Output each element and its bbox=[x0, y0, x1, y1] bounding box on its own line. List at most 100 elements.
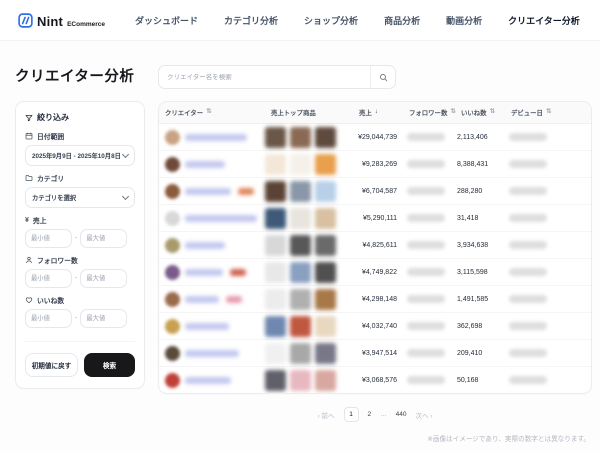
table-row: ¥29,044,7392,113,406 bbox=[159, 124, 591, 151]
nav-item-dashboard[interactable]: ダッシュボード bbox=[135, 14, 198, 27]
sales-max-input[interactable] bbox=[80, 229, 127, 248]
followers-cell bbox=[403, 322, 455, 330]
product-thumbnail[interactable] bbox=[315, 154, 336, 175]
nav-item-category-analysis[interactable]: カテゴリ分析 bbox=[224, 14, 278, 27]
followers-cell bbox=[403, 133, 455, 141]
creator-cell[interactable] bbox=[159, 265, 265, 280]
sales-label-row: ¥ 売上 bbox=[25, 215, 135, 225]
pagination-page-440[interactable]: 440 bbox=[396, 411, 407, 418]
filter-search-button[interactable]: 検索 bbox=[84, 353, 135, 377]
product-thumbnail[interactable] bbox=[290, 289, 311, 310]
product-thumbnail[interactable] bbox=[290, 181, 311, 202]
top-products-cell bbox=[265, 289, 353, 310]
top-products-cell bbox=[265, 235, 353, 256]
product-thumbnail[interactable] bbox=[290, 370, 311, 391]
pagination-prev[interactable]: ‹ 前へ bbox=[318, 410, 335, 420]
table-row: ¥5,290,11131,418 bbox=[159, 205, 591, 232]
creator-cell[interactable] bbox=[159, 373, 265, 388]
sales-value: ¥6,704,587 bbox=[353, 188, 403, 195]
range-dash: - bbox=[75, 275, 77, 282]
sales-value: ¥4,298,148 bbox=[353, 296, 403, 303]
creator-cell[interactable] bbox=[159, 157, 265, 172]
product-thumbnail[interactable] bbox=[265, 181, 286, 202]
search-icon[interactable] bbox=[370, 66, 395, 88]
product-thumbnail[interactable] bbox=[315, 181, 336, 202]
column-label-sales: 売上 bbox=[359, 108, 372, 117]
debut-cell bbox=[505, 133, 591, 141]
product-thumbnail[interactable] bbox=[315, 235, 336, 256]
product-thumbnail[interactable] bbox=[315, 316, 336, 337]
followers-min-input[interactable] bbox=[25, 269, 72, 288]
product-thumbnail[interactable] bbox=[265, 154, 286, 175]
product-thumbnail[interactable] bbox=[265, 370, 286, 391]
product-thumbnail[interactable] bbox=[265, 316, 286, 337]
product-thumbnail[interactable] bbox=[290, 127, 311, 148]
creator-name-blurred bbox=[185, 296, 219, 303]
debut-cell bbox=[505, 322, 591, 330]
product-thumbnail[interactable] bbox=[290, 343, 311, 364]
nav-item-product-analysis[interactable]: 商品分析 bbox=[384, 14, 420, 27]
likes-max-input[interactable] bbox=[80, 309, 127, 328]
creator-cell[interactable] bbox=[159, 238, 265, 253]
followers-label: フォロワー数 bbox=[37, 255, 78, 265]
product-thumbnail[interactable] bbox=[265, 289, 286, 310]
followers-max-input[interactable] bbox=[80, 269, 127, 288]
product-thumbnail[interactable] bbox=[315, 289, 336, 310]
column-label-creator: クリエイター bbox=[165, 108, 203, 117]
creator-cell[interactable] bbox=[159, 184, 265, 199]
pagination-page-2[interactable]: 2 bbox=[368, 411, 372, 418]
nav-item-creator-analysis[interactable]: クリエイター分析 bbox=[508, 14, 580, 27]
nav-item-video-analysis[interactable]: 動画分析 bbox=[446, 14, 482, 27]
followers-value-blurred bbox=[407, 187, 445, 195]
creator-cell[interactable] bbox=[159, 319, 265, 334]
column-header-debut[interactable]: デビュー日⇅ bbox=[505, 108, 591, 117]
debut-date-blurred bbox=[509, 214, 547, 222]
creator-cell[interactable] bbox=[159, 130, 265, 145]
creator-avatar bbox=[165, 292, 180, 307]
product-thumbnail[interactable] bbox=[315, 370, 336, 391]
creator-cell[interactable] bbox=[159, 292, 265, 307]
product-thumbnail[interactable] bbox=[315, 208, 336, 229]
product-thumbnail[interactable] bbox=[265, 127, 286, 148]
column-header-top-products[interactable]: 売上トップ商品 bbox=[265, 108, 353, 117]
column-header-creator[interactable]: クリエイター⇅ bbox=[159, 108, 265, 117]
pagination-next[interactable]: 次へ › bbox=[415, 410, 432, 420]
product-thumbnail[interactable] bbox=[265, 235, 286, 256]
column-header-followers[interactable]: フォロワー数⇅ bbox=[403, 108, 455, 117]
pagination-page-1[interactable]: 1 bbox=[344, 407, 359, 422]
creator-badge-blurred bbox=[238, 188, 254, 195]
column-header-sales[interactable]: 売上↓ bbox=[353, 108, 403, 117]
product-thumbnail[interactable] bbox=[290, 262, 311, 283]
product-thumbnail[interactable] bbox=[290, 235, 311, 256]
product-thumbnail[interactable] bbox=[315, 343, 336, 364]
product-thumbnail[interactable] bbox=[290, 316, 311, 337]
creator-avatar bbox=[165, 130, 180, 145]
date-range-select[interactable]: 2025年9月9日 - 2025年10月8日 bbox=[25, 145, 135, 166]
main-column: クリエイター⇅売上トップ商品売上↓フォロワー数⇅いいね数⇅デビュー日⇅ ¥29,… bbox=[158, 41, 592, 422]
product-thumbnail[interactable] bbox=[315, 127, 336, 148]
creator-cell[interactable] bbox=[159, 346, 265, 361]
creator-search-input[interactable] bbox=[159, 74, 370, 81]
product-thumbnail[interactable] bbox=[290, 154, 311, 175]
sales-value: ¥5,290,111 bbox=[353, 215, 403, 222]
sales-min-input[interactable] bbox=[25, 229, 72, 248]
debut-date-blurred bbox=[509, 322, 547, 330]
likes-min-input[interactable] bbox=[25, 309, 72, 328]
debut-date-blurred bbox=[509, 241, 547, 249]
followers-range: - bbox=[25, 269, 135, 288]
debut-cell bbox=[505, 160, 591, 168]
product-thumbnail[interactable] bbox=[290, 208, 311, 229]
creator-cell[interactable] bbox=[159, 211, 265, 226]
debut-date-blurred bbox=[509, 187, 547, 195]
top-nav: Nint ECommerce ダッシュボード カテゴリ分析 ショップ分析 商品分析 動画… bbox=[0, 0, 600, 41]
reset-button[interactable]: 初期値に戻す bbox=[25, 353, 78, 377]
category-select[interactable]: カテゴリを選択 bbox=[25, 187, 135, 208]
nav-item-shop-analysis[interactable]: ショップ分析 bbox=[304, 14, 358, 27]
product-thumbnail[interactable] bbox=[265, 262, 286, 283]
column-header-likes[interactable]: いいね数⇅ bbox=[455, 108, 505, 117]
debut-date-blurred bbox=[509, 160, 547, 168]
product-thumbnail[interactable] bbox=[265, 343, 286, 364]
product-thumbnail[interactable] bbox=[265, 208, 286, 229]
brand-logo[interactable]: Nint ECommerce bbox=[18, 11, 105, 29]
product-thumbnail[interactable] bbox=[315, 262, 336, 283]
